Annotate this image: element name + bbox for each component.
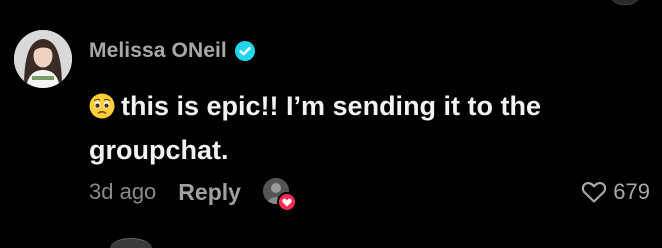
heart-outline-icon	[582, 181, 607, 203]
verified-badge-icon	[234, 41, 255, 61]
like-count: 679	[613, 179, 650, 204]
comment-meta-row: 3d ago Reply	[89, 176, 297, 212]
next-comment-avatar[interactable]	[110, 238, 152, 248]
comment-timestamp: 3d ago	[89, 179, 157, 204]
comment-body: this is epic!! I’m sending it to the gro…	[89, 91, 542, 165]
username[interactable]: Melissa ONeil	[89, 39, 227, 63]
like-button[interactable]: 679	[581, 176, 650, 208]
reply-button[interactable]: Reply	[178, 179, 241, 206]
comment-item: Melissa ONeil this is epic!! I’m sending…	[0, 0, 662, 248]
pleading-face-emoji-icon	[89, 93, 115, 119]
profile-photo-icon	[14, 30, 72, 88]
previous-comment-avatar[interactable]	[608, 0, 642, 5]
creator-liked-heart-icon	[276, 192, 297, 212]
comment-text: this is epic!! I’m sending it to the gro…	[89, 84, 609, 172]
username-row: Melissa ONeil	[89, 38, 255, 64]
avatar[interactable]	[14, 30, 72, 88]
creator-liked-indicator	[262, 178, 297, 212]
